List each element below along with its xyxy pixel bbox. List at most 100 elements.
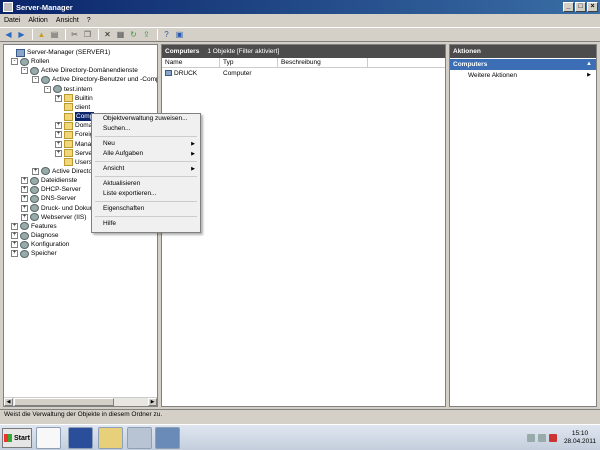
column-description[interactable]: Beschreibung [278,58,368,67]
context-menu-item[interactable]: Alle Aufgaben ▶ [92,149,200,159]
menu-help[interactable]: ? [87,17,91,24]
collapse-icon[interactable]: ▲ [586,59,592,70]
system-tray: 15:10 28.04.2011 [500,425,600,450]
horizontal-scrollbar[interactable]: ◀ ▶ [4,397,157,406]
minimize-button[interactable]: _ [563,2,574,12]
taskbar-explorer-icon[interactable] [98,427,123,449]
expand-icon[interactable]: + [55,149,62,157]
taskbar-app-icon[interactable] [127,427,152,449]
menu-datei[interactable]: Datei [4,17,20,24]
scroll-thumb[interactable] [14,398,114,406]
context-menu-item[interactable]: Neu ▶ [92,139,200,149]
export-icon[interactable]: ⇪ [141,29,152,40]
expand-icon[interactable]: + [55,140,62,148]
context-menu-item[interactable]: Liste exportieren... [92,189,200,199]
tree-item[interactable]: + DNS-Server [21,194,76,203]
role-icon [20,57,29,66]
table-row[interactable]: DRUCK Computer [162,68,445,78]
expand-icon[interactable]: + [21,195,28,203]
tree-item-label: Speicher [31,250,57,258]
tree-item[interactable]: + Dateidienste [21,176,77,185]
tree-item[interactable]: + Konfiguration [11,240,69,249]
tree-item[interactable]: client [55,103,90,112]
tree-item[interactable]: Users [55,158,92,167]
back-icon[interactable]: ◀ [3,29,14,40]
refresh-icon[interactable]: ↻ [128,29,139,40]
submenu-arrow-icon: ▶ [191,166,195,172]
show-tree-icon[interactable]: ▤ [49,29,60,40]
help-icon[interactable]: ? [161,29,172,40]
role-icon [20,222,29,231]
up-folder-icon[interactable]: ▲ [36,29,47,40]
context-menu-item[interactable]: Hilfe [92,219,200,229]
role-icon [30,204,39,213]
tree-item[interactable]: + Diagnose [11,231,58,240]
flag-icon[interactable] [526,434,535,442]
context-menu-item[interactable]: Ansicht ▶ [92,164,200,174]
tree-item[interactable]: + Druck- und Dokum [21,204,95,213]
tree-item[interactable]: + Foreig [55,130,93,139]
tree-item[interactable]: - test.intern [44,85,93,94]
context-menu-item[interactable]: Suchen... [92,124,200,134]
tree-item[interactable]: Comp [55,112,95,122]
context-menu-item[interactable]: Objektverwaltung zuweisen... [92,114,200,124]
console-icon[interactable]: ▣ [174,29,185,40]
tree-item[interactable]: - Rollen [11,57,49,66]
taskbar-server-manager-icon[interactable] [36,427,61,449]
column-type[interactable]: Typ [220,58,278,67]
taskbar-powershell-icon[interactable] [68,427,93,449]
expand-icon[interactable]: + [55,122,62,130]
menu-ansicht[interactable]: Ansicht [56,17,79,24]
collapse-icon[interactable]: - [44,85,51,93]
tree-item[interactable]: - Active Directory-Domänendienste [21,66,138,75]
clock[interactable]: 15:10 28.04.2011 [564,430,596,446]
maximize-button[interactable]: □ [575,2,586,12]
context-menu-item[interactable]: Aktualisieren [92,179,200,189]
expand-icon[interactable]: + [32,167,39,175]
row-name: DRUCK [174,69,198,77]
tree-item[interactable]: + Manag [55,140,95,149]
cut-icon[interactable]: ✂ [69,29,80,40]
forward-icon[interactable]: ▶ [16,29,27,40]
expand-icon[interactable]: + [11,232,18,239]
start-button[interactable]: Start [2,428,32,448]
menu-aktion[interactable]: Aktion [28,17,47,24]
tree-item[interactable]: + Webserver (IIS) [21,213,86,222]
expand-icon[interactable]: + [55,94,62,102]
collapse-icon[interactable]: - [32,76,39,84]
collapse-icon[interactable]: - [11,58,18,66]
tree-item[interactable]: - Active Directory-Benutzer und -Compu [32,75,157,84]
scroll-right-icon[interactable]: ▶ [148,398,157,406]
tree-item[interactable]: + Speicher [11,249,57,258]
expand-icon[interactable]: + [55,131,62,139]
tree-item[interactable]: + Serve [55,149,92,158]
context-menu-label: Objektverwaltung zuweisen... [103,115,188,122]
network-icon[interactable] [537,434,546,442]
tree-item[interactable]: + Builtin [55,94,93,103]
scroll-left-icon[interactable]: ◀ [4,398,13,406]
tree-item[interactable]: + Features [11,222,57,231]
volume-icon[interactable] [548,434,557,442]
tree-item[interactable]: + Domai [55,121,94,130]
collapse-icon[interactable]: - [21,67,28,75]
expand-icon[interactable]: + [21,204,28,212]
delete-icon[interactable]: ✕ [102,29,113,40]
expand-icon[interactable]: + [21,177,28,185]
expand-icon[interactable]: + [11,222,18,230]
tree-item[interactable]: + Active Directo [32,167,92,176]
expand-icon[interactable]: + [11,250,18,258]
tree-item[interactable]: Server-Manager (SERVER1) [7,48,110,57]
tree-item[interactable]: + DHCP-Server [21,185,81,194]
actions-section-computers[interactable]: Computers ▲ [450,59,596,70]
action-weitere-aktionen[interactable]: Weitere Aktionen ▶ [450,70,596,81]
context-menu-item[interactable]: Eigenschaften [92,204,200,214]
role-icon [53,85,62,94]
properties-icon[interactable]: ▦ [115,29,126,40]
expand-icon[interactable]: + [21,213,28,221]
expand-icon[interactable]: + [21,186,28,194]
expand-icon[interactable]: + [11,241,18,249]
taskbar-console-icon[interactable] [155,427,180,449]
copy-icon[interactable]: ❐ [82,29,93,40]
close-button[interactable]: × [587,2,598,12]
column-name[interactable]: Name [162,58,220,67]
